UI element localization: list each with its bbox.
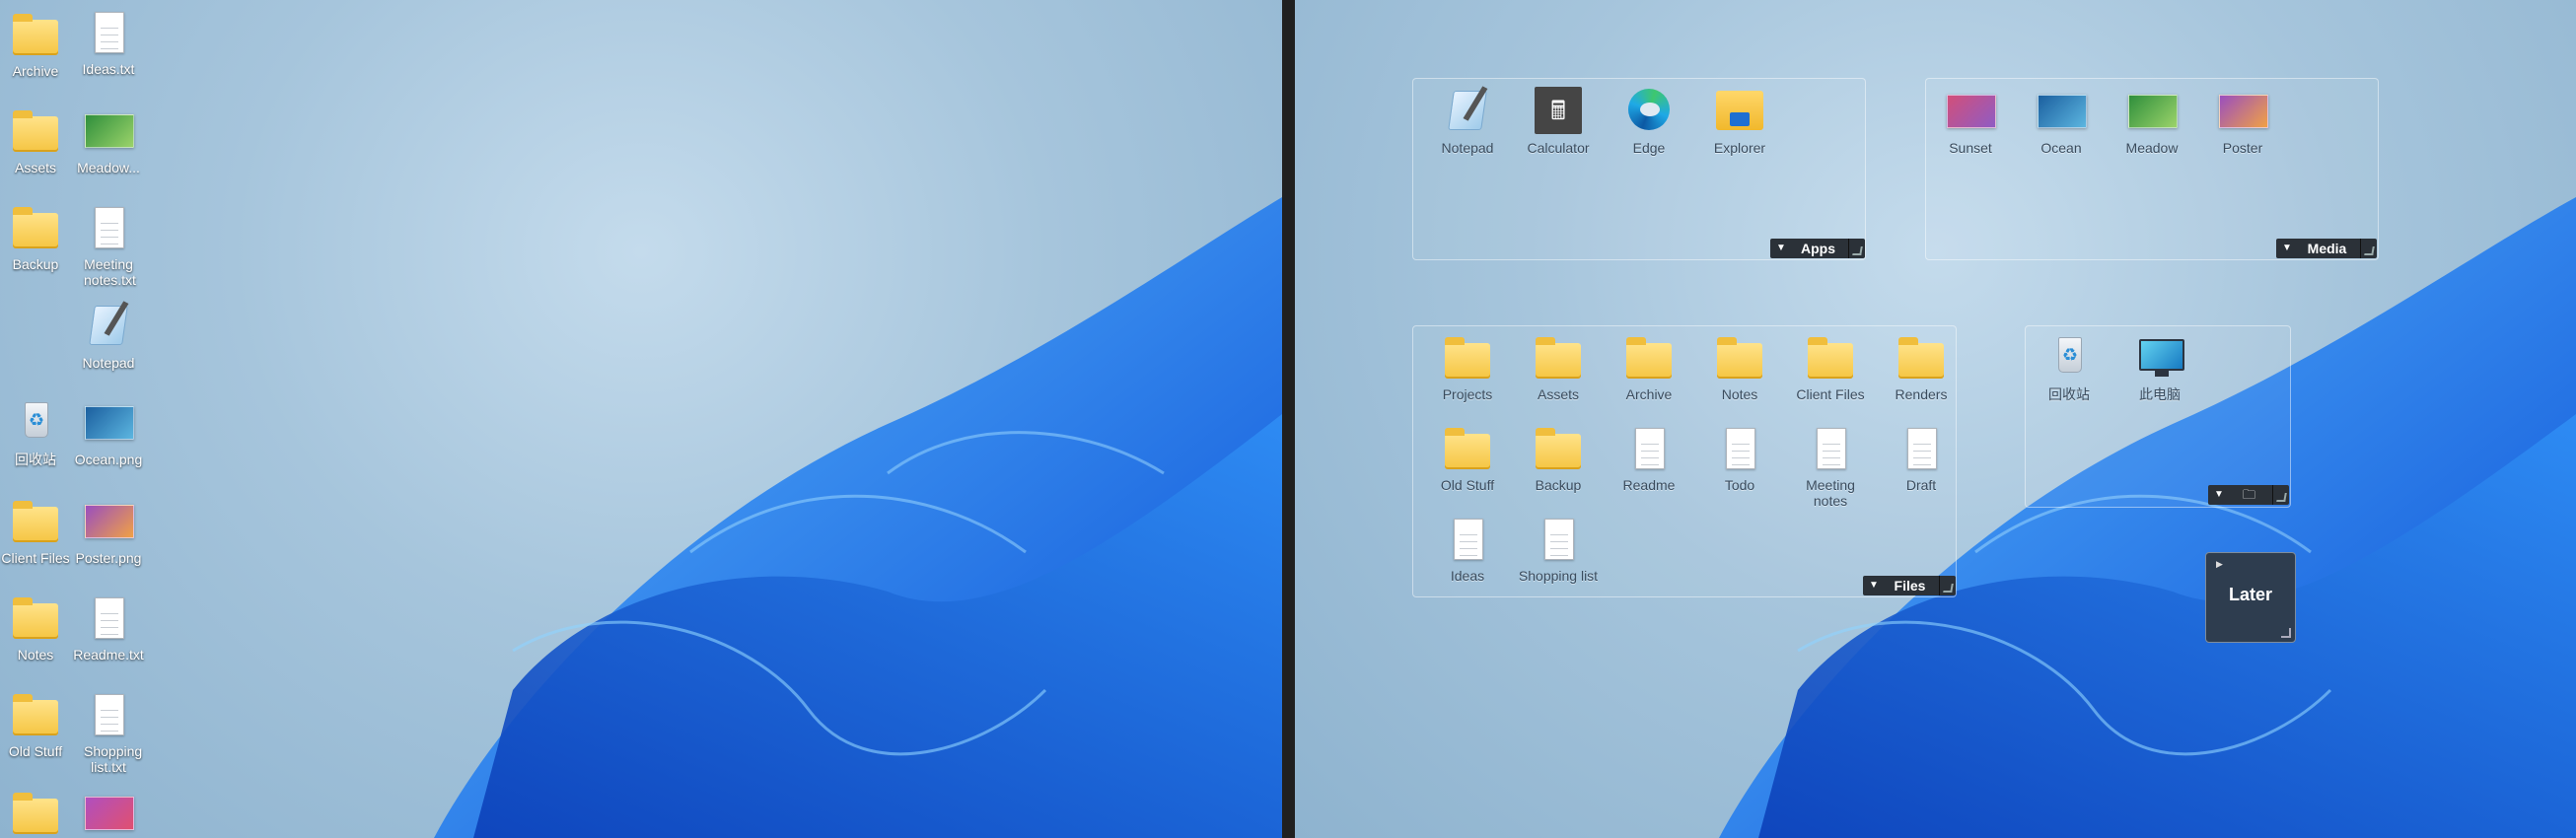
collapse-arrow-icon[interactable]: ▼ xyxy=(1867,576,1881,595)
recycle-bin-icon: ♻ xyxy=(2058,337,2082,373)
fence-system-folder-icon: 🗀 xyxy=(2242,487,2255,502)
fence-files-titlebar[interactable]: ▼ Files xyxy=(1863,576,1956,595)
folder-icon xyxy=(1808,337,1853,379)
folder-icon xyxy=(1536,428,1581,469)
fence-item-assets[interactable]: Assets xyxy=(1509,333,1608,402)
document-icon xyxy=(1454,519,1483,560)
fence-item-ideas[interactable]: Ideas xyxy=(1418,515,1517,584)
fence-item-notepad[interactable]: Notepad xyxy=(1418,87,1517,156)
document-icon xyxy=(95,694,124,735)
desktop-icon-poster[interactable]: Poster.png xyxy=(59,497,158,566)
image-thumbnail-icon xyxy=(85,797,134,830)
image-thumbnail-icon xyxy=(2128,95,2178,128)
desktop-icon-meadow[interactable]: Meadow... xyxy=(59,106,158,175)
folder-icon xyxy=(13,793,58,834)
fence-item-shopping-list[interactable]: Shopping list xyxy=(1509,515,1608,584)
image-thumbnail-icon xyxy=(2219,95,2268,128)
fence-item-renders[interactable]: Renders xyxy=(1872,333,1970,402)
document-icon xyxy=(1544,519,1574,560)
collapse-arrow-icon[interactable]: ▼ xyxy=(1774,239,1788,258)
image-thumbnail-icon xyxy=(1947,95,1996,128)
fence-media-title: Media xyxy=(2307,241,2347,256)
notepad-icon xyxy=(1448,91,1487,130)
fence-item-client-files[interactable]: Client Files xyxy=(1781,333,1880,402)
resize-grip-icon[interactable] xyxy=(1939,576,1956,595)
desktop-icon-ocean[interactable]: Ocean.png xyxy=(59,398,158,467)
resize-grip-icon[interactable] xyxy=(2272,485,2289,505)
right-desktop: Notepad 🖩 Calculator Edge Explorer ▼ Apps… xyxy=(1295,0,2576,838)
folder-icon xyxy=(13,207,58,248)
folder-icon xyxy=(1445,428,1490,469)
this-pc-icon xyxy=(2139,339,2184,377)
document-icon xyxy=(95,12,124,53)
folder-icon xyxy=(1717,337,1762,379)
bloom-wallpaper xyxy=(434,197,1282,838)
fence-item-archive[interactable]: Archive xyxy=(1600,333,1698,402)
desktop-icon-notepad[interactable]: Notepad xyxy=(59,302,158,371)
fence-item-ocean[interactable]: Ocean xyxy=(2012,87,2111,156)
fence-later-title: Later xyxy=(2228,585,2272,604)
fence-item-old-stuff[interactable]: Old Stuff xyxy=(1418,424,1517,493)
desktop-icon-shopping-list[interactable]: Shopping list.txt xyxy=(59,690,158,775)
fence-item-calculator[interactable]: 🖩 Calculator xyxy=(1509,87,1608,156)
folder-icon xyxy=(13,597,58,639)
fence-media-titlebar[interactable]: ▼ Media xyxy=(2276,239,2377,258)
resize-grip-icon[interactable] xyxy=(2360,239,2377,258)
folder-icon xyxy=(1898,337,1944,379)
fence-item-meadow[interactable]: Meadow xyxy=(2103,87,2201,156)
folder-icon xyxy=(1536,337,1581,379)
image-thumbnail-icon xyxy=(85,406,134,440)
collapse-arrow-icon[interactable]: ▼ xyxy=(2212,485,2226,505)
fence-later[interactable]: ▶ Later xyxy=(2205,552,2296,643)
fence-item-notes[interactable]: Notes xyxy=(1690,333,1789,402)
fence-apps-title: Apps xyxy=(1801,241,1835,256)
document-icon xyxy=(1907,428,1937,469)
image-thumbnail-icon xyxy=(2038,95,2087,128)
edge-icon xyxy=(1628,89,1670,130)
desktop-icon-meeting-notes[interactable]: Meeting notes.txt xyxy=(59,203,158,288)
notepad-icon xyxy=(89,306,128,345)
document-icon xyxy=(1817,428,1846,469)
fence-item-recycle-bin[interactable]: ♻ 回收站 xyxy=(2020,333,2118,402)
fence-apps-titlebar[interactable]: ▼ Apps xyxy=(1770,239,1865,258)
fence-system-titlebar[interactable]: ▼ 🗀 xyxy=(2208,485,2289,505)
image-thumbnail-icon xyxy=(85,505,134,538)
file-explorer-icon xyxy=(1716,91,1763,130)
desktop-icon-ideas[interactable]: Ideas.txt xyxy=(59,8,158,77)
split-divider xyxy=(1282,0,1295,838)
document-icon xyxy=(95,597,124,639)
fence-item-projects[interactable]: Projects xyxy=(1418,333,1517,402)
fence-item-edge[interactable]: Edge xyxy=(1600,87,1698,156)
fence-item-readme[interactable]: Readme xyxy=(1600,424,1698,493)
document-icon xyxy=(95,207,124,248)
folder-icon xyxy=(13,694,58,735)
folder-icon xyxy=(13,14,58,55)
resize-grip-icon[interactable] xyxy=(1848,239,1865,258)
image-thumbnail-icon xyxy=(85,114,134,148)
fence-item-draft[interactable]: Draft xyxy=(1872,424,1970,493)
folder-icon xyxy=(13,501,58,542)
folder-icon xyxy=(1445,337,1490,379)
fence-item-this-pc[interactable]: 此电脑 xyxy=(2111,333,2209,402)
folder-icon xyxy=(13,110,58,152)
fence-item-poster[interactable]: Poster xyxy=(2193,87,2292,156)
resize-grip-icon[interactable] xyxy=(2281,628,2291,638)
fence-item-backup[interactable]: Backup xyxy=(1509,424,1608,493)
recycle-bin-icon: ♻ xyxy=(25,402,48,438)
left-desktop: Archive Ideas.txt Assets Meadow... Backu… xyxy=(0,0,1282,838)
expand-arrow-icon[interactable]: ▶ xyxy=(2216,559,2223,570)
fence-item-explorer[interactable]: Explorer xyxy=(1690,87,1789,156)
desktop-icon-image[interactable] xyxy=(59,789,158,838)
calculator-icon: 🖩 xyxy=(1535,87,1582,134)
collapse-arrow-icon[interactable]: ▼ xyxy=(2280,239,2294,258)
fence-item-todo[interactable]: Todo xyxy=(1690,424,1789,493)
desktop-icon-readme[interactable]: Readme.txt xyxy=(59,594,158,663)
document-icon xyxy=(1635,428,1665,469)
folder-icon xyxy=(1626,337,1672,379)
fence-item-meeting-notes[interactable]: Meeting notes xyxy=(1781,424,1880,509)
fence-item-sunset[interactable]: Sunset xyxy=(1921,87,2020,156)
document-icon xyxy=(1726,428,1755,469)
fence-files-title: Files xyxy=(1894,578,1926,594)
